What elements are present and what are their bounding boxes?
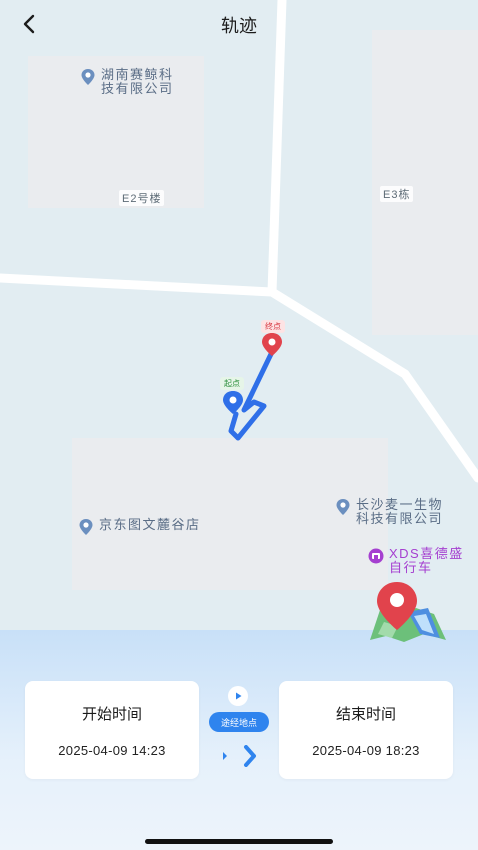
start-time-value: 2025-04-09 14:23: [58, 743, 166, 758]
shop-icon: [368, 548, 384, 564]
building-label-e2: E2号楼: [119, 190, 165, 206]
poi-changsha-maiyi[interactable]: 长沙麦一生物 科技有限公司: [335, 498, 443, 526]
start-pin-icon: [223, 391, 243, 414]
end-point-label: 终点: [261, 320, 285, 333]
home-indicator[interactable]: [145, 839, 333, 844]
end-pin-icon: [262, 333, 282, 356]
poi-text: 湖南赛鲸科 技有限公司: [101, 68, 174, 96]
start-time-card[interactable]: 开始时间 2025-04-09 14:23: [25, 681, 199, 779]
building-label-e3: E3栋: [380, 186, 414, 202]
poi-text: XDS喜德盛 自行车: [389, 547, 464, 575]
poi-name-line2: 自行车: [389, 560, 433, 575]
poi-name-line1: 京东图文麓谷店: [99, 517, 201, 532]
start-time-label: 开始时间: [81, 706, 142, 723]
poi-name-line1: 长沙麦一生物: [356, 497, 444, 512]
step-forward-icon[interactable]: [243, 745, 257, 767]
map-view[interactable]: 终点 起点 E2号楼 E3栋 湖南赛鲸科 技有限公司 京东图文麓谷店 长沙麦一生…: [0, 0, 478, 630]
poi-text: 长沙麦一生物 科技有限公司: [356, 498, 443, 526]
play-icon: [236, 692, 242, 700]
poi-name-line1: XDS喜德盛: [389, 546, 464, 561]
location-pin-icon: [336, 499, 350, 515]
end-time-card[interactable]: 结束时间 2025-04-09 18:23: [279, 681, 453, 779]
location-pin-icon: [79, 519, 93, 535]
play-button[interactable]: [228, 686, 248, 706]
start-point-label: 起点: [220, 377, 244, 390]
map-roads: [0, 0, 478, 483]
poi-name-line1: 湖南赛鲸科: [101, 67, 174, 82]
end-time-label: 结束时间: [335, 706, 396, 723]
poi-xds-bike[interactable]: XDS喜德盛 自行车: [368, 547, 464, 575]
poi-hunan-saijing[interactable]: 湖南赛鲸科 技有限公司: [80, 68, 174, 96]
control-panel: 开始时间 2025-04-09 14:23 途经地点 结束时间 2025-04-…: [0, 630, 478, 850]
waypoint-button[interactable]: 途经地点: [209, 712, 269, 732]
poi-jd-print[interactable]: 京东图文麓谷店: [78, 518, 201, 536]
page-title: 轨迹: [221, 16, 257, 36]
end-time-value: 2025-04-09 18:23: [312, 743, 420, 758]
poi-name-line2: 技有限公司: [101, 81, 174, 96]
location-pin-icon: [81, 69, 95, 85]
map-location-icon: [370, 582, 446, 642]
poi-name-line2: 科技有限公司: [356, 511, 444, 526]
step-small-icon[interactable]: [221, 750, 229, 762]
poi-text: 京东图文麓谷店: [99, 518, 201, 532]
